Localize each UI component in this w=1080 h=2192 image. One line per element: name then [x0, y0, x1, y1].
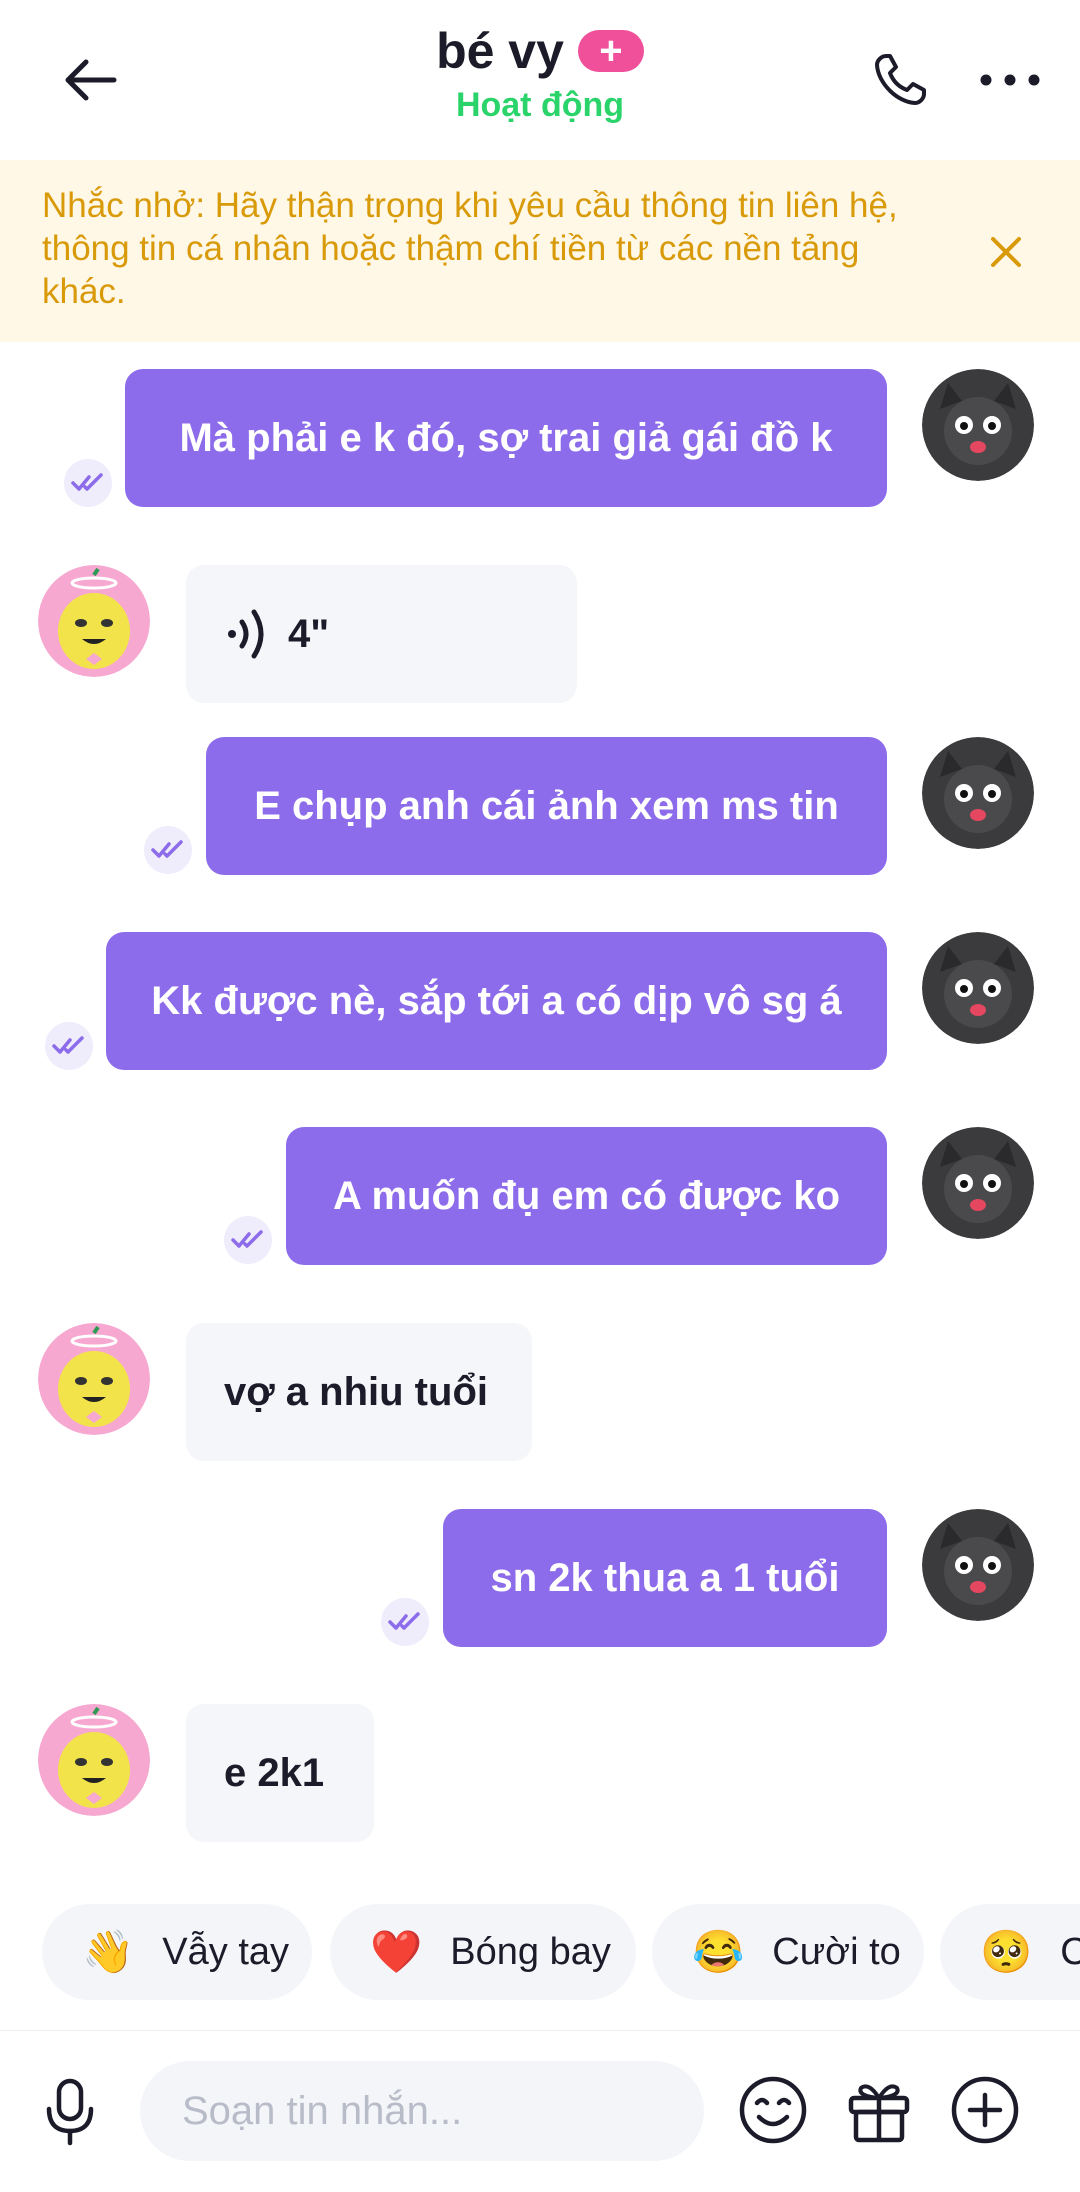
contact-avatar[interactable] [38, 1704, 150, 1816]
smiley-icon [739, 2076, 807, 2144]
call-button[interactable] [860, 45, 940, 115]
plus-badge: + [577, 30, 644, 72]
pear-avatar-icon [38, 565, 150, 677]
seen-check-icon [224, 1216, 272, 1264]
safety-reminder-banner: Nhắc nhở: Hãy thận trọng khi yêu cầu thô… [0, 160, 1080, 342]
my-avatar[interactable] [922, 1509, 1034, 1621]
quick-reaction-pleading[interactable]: 🥺 C [940, 1904, 1080, 2000]
voice-record-button[interactable] [30, 2069, 110, 2155]
wolf-avatar-icon [922, 369, 1034, 481]
incoming-message[interactable]: vợ a nhiu tuổi [186, 1323, 532, 1461]
my-avatar[interactable] [922, 1127, 1034, 1239]
pleading-face-icon: 🥺 [980, 1927, 1033, 1975]
voice-duration: 4" [288, 611, 330, 656]
quick-reaction-label: Vẫy tay [162, 1930, 290, 1973]
quick-reaction-wave[interactable]: 👋 Vẫy tay [42, 1904, 312, 2000]
voice-wave-icon [228, 609, 264, 659]
pear-avatar-icon [38, 1323, 150, 1435]
close-icon [991, 237, 1021, 267]
contact-avatar[interactable] [38, 1323, 150, 1435]
quick-reaction-balloon[interactable]: ❤️ Bóng bay [330, 1904, 636, 2000]
gift-icon [848, 2084, 910, 2143]
incoming-voice-message[interactable]: 4" [186, 565, 577, 703]
wolf-avatar-icon [922, 932, 1034, 1044]
contact-name: bé vy [436, 23, 564, 79]
seen-check-icon [381, 1598, 429, 1646]
quick-reaction-laugh[interactable]: 😂 Cười to [652, 1904, 924, 2000]
my-avatar[interactable] [922, 369, 1034, 481]
chat-header: bé vy + Hoạt động [0, 0, 1080, 160]
outgoing-message[interactable]: A muốn đụ em có được ko [286, 1127, 887, 1265]
more-options-button[interactable] [970, 45, 1050, 115]
heart-icon: ❤️ [370, 1927, 423, 1975]
phone-icon [875, 54, 926, 105]
safety-reminder-text: Nhắc nhở: Hãy thận trọng khi yêu cầu thô… [42, 186, 898, 311]
my-avatar[interactable] [922, 737, 1034, 849]
microphone-icon [46, 2078, 94, 2146]
wolf-avatar-icon [922, 737, 1034, 849]
emoji-button[interactable] [730, 2067, 816, 2153]
contact-avatar[interactable] [38, 565, 150, 677]
outgoing-message[interactable]: sn 2k thua a 1 tuổi [443, 1509, 887, 1647]
plus-circle-icon [951, 2076, 1019, 2144]
more-actions-button[interactable] [942, 2067, 1028, 2153]
incoming-message[interactable]: e 2k1 [186, 1704, 374, 1842]
seen-check-icon [45, 1022, 93, 1070]
laughing-face-icon: 😂 [692, 1927, 745, 1975]
waving-hand-icon: 👋 [82, 1927, 135, 1975]
outgoing-message[interactable]: Mà phải e k đó, sợ trai giả gái đồ k [125, 369, 887, 507]
seen-check-icon [64, 459, 112, 507]
quick-reaction-label: Cười to [772, 1930, 901, 1973]
message-composer [0, 2030, 1080, 2192]
pear-avatar-icon [38, 1704, 150, 1816]
wolf-avatar-icon [922, 1127, 1034, 1239]
outgoing-message[interactable]: Kk được nè, sắp tới a có dịp vô sg á [106, 932, 887, 1070]
quick-reaction-label: C [1060, 1930, 1080, 1973]
seen-check-icon [144, 826, 192, 874]
more-horizontal-icon [980, 74, 1040, 86]
outgoing-message[interactable]: E chụp anh cái ảnh xem ms tin [206, 737, 887, 875]
gift-button[interactable] [836, 2067, 922, 2153]
my-avatar[interactable] [922, 932, 1034, 1044]
wolf-avatar-icon [922, 1509, 1034, 1621]
message-input[interactable] [140, 2061, 704, 2161]
quick-reaction-label: Bóng bay [450, 1930, 611, 1973]
close-reminder-button[interactable] [980, 226, 1032, 278]
